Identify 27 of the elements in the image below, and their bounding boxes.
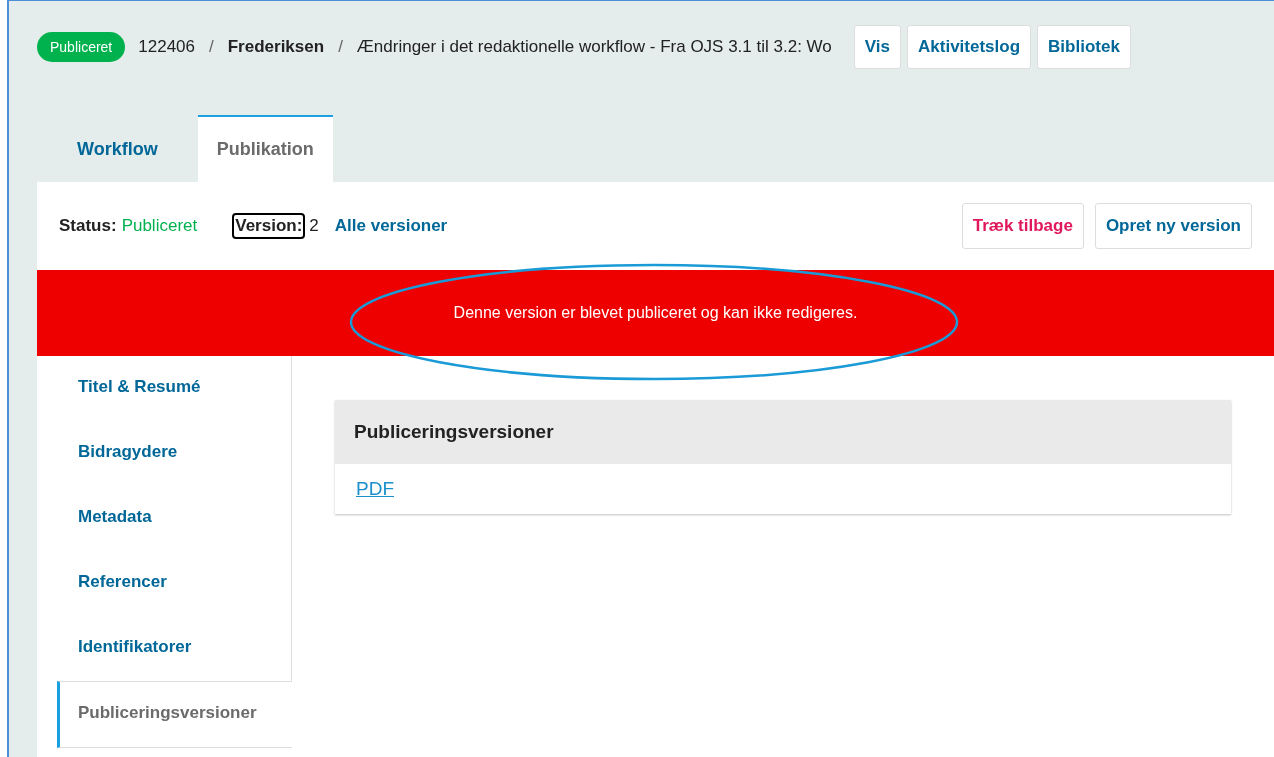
notice-text: Denne version er blevet publiceret og kan ikke redigeres.: [453, 304, 858, 322]
sidebar-item[interactable]: Bidragydere: [37, 421, 292, 486]
action-button[interactable]: Opret ny version: [1094, 203, 1252, 249]
header-button[interactable]: Vis: [853, 25, 901, 69]
sidebar-item[interactable]: Metadata: [37, 486, 292, 551]
version-number: 2: [309, 216, 319, 236]
breadcrumb-separator: /: [209, 37, 214, 57]
breadcrumb-separator: /: [338, 37, 343, 57]
action-button[interactable]: Træk tilbage: [961, 203, 1084, 249]
sidebar-item[interactable]: Titel & Resumé: [37, 356, 292, 421]
status-label: Status:: [59, 216, 117, 236]
status-badge: Publiceret: [37, 32, 126, 62]
version-label: Version:: [232, 213, 306, 239]
header-button[interactable]: Aktivitetslog: [907, 25, 1032, 69]
tab[interactable]: Workflow: [37, 115, 198, 182]
submission-id: 122406: [138, 37, 195, 57]
sidebar-item[interactable]: Publiceringsversioner: [57, 681, 292, 748]
tab[interactable]: Publikation: [197, 115, 333, 182]
author-name: Frederiksen: [227, 37, 325, 57]
panel-title: Publiceringsversioner: [354, 421, 554, 443]
file-link[interactable]: PDF: [356, 478, 394, 500]
header-button[interactable]: Bibliotek: [1037, 25, 1131, 69]
sidebar-item[interactable]: Identifikatorer: [37, 616, 292, 681]
status-value: Publiceret: [121, 216, 198, 236]
all-versions-link[interactable]: Alle versioner: [334, 216, 448, 236]
sidebar-item[interactable]: Referencer: [37, 551, 292, 616]
submission-title: Ændringer i det redaktionelle workflow - Fra OJS 3.1 til 3.2: Wo: [356, 37, 832, 57]
